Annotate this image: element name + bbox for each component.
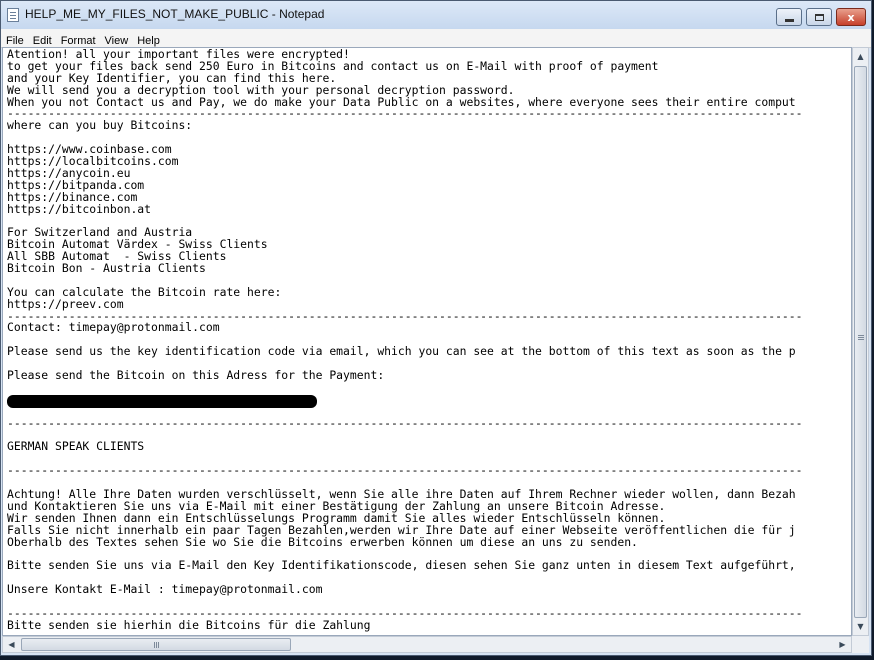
menu-bar: File Edit Format View Help bbox=[1, 29, 871, 48]
text-editor[interactable]: Atention! all your important files were … bbox=[2, 47, 852, 636]
scrollbar-corner bbox=[852, 636, 869, 653]
redaction-mark bbox=[7, 395, 317, 408]
vertical-scrollbar[interactable]: ▲ ▼ bbox=[852, 47, 869, 636]
horizontal-scrollbar[interactable]: ◀ ▶ bbox=[2, 636, 852, 653]
horizontal-scroll-thumb[interactable] bbox=[21, 638, 291, 651]
text-line: ----------------------------------------… bbox=[7, 463, 803, 478]
text-line: Please send us the key identification co… bbox=[7, 344, 796, 359]
close-icon: x bbox=[847, 10, 855, 24]
menu-help[interactable]: Help bbox=[132, 33, 164, 47]
menu-format[interactable]: Format bbox=[56, 33, 100, 47]
scroll-up-icon[interactable]: ▲ bbox=[853, 48, 868, 65]
title-bar[interactable]: HELP_ME_MY_FILES_NOT_MAKE_PUBLIC - Notep… bbox=[1, 1, 871, 29]
vertical-scroll-thumb[interactable] bbox=[854, 66, 867, 618]
window-title: HELP_ME_MY_FILES_NOT_MAKE_PUBLIC - Notep… bbox=[25, 7, 325, 21]
text-line: Bitte senden sie hierhin die Bitcoins fü… bbox=[7, 617, 371, 632]
text-line: You can calculate the Bitcoin rate here: bbox=[7, 284, 282, 299]
scroll-left-icon[interactable]: ◀ bbox=[3, 637, 20, 652]
notepad-window: HELP_ME_MY_FILES_NOT_MAKE_PUBLIC - Notep… bbox=[0, 0, 872, 656]
text-line: Unsere Kontakt E-Mail : timepay@protonma… bbox=[7, 582, 323, 597]
close-button[interactable]: x bbox=[836, 8, 866, 26]
text-line: Bitte senden Sie uns via E-Mail den Key … bbox=[7, 558, 796, 573]
text-line: Bitcoin Bon - Austria Clients bbox=[7, 261, 206, 276]
text-line: where can you buy Bitcoins: bbox=[7, 118, 193, 133]
scroll-down-icon[interactable]: ▼ bbox=[853, 618, 868, 635]
minimize-button[interactable] bbox=[776, 8, 802, 26]
minimize-icon bbox=[784, 18, 794, 22]
scroll-right-icon[interactable]: ▶ bbox=[834, 637, 851, 652]
text-line: Please send the Bitcoin on this Adress f… bbox=[7, 368, 385, 383]
text-line: GERMAN SPEAK CLIENTS bbox=[7, 439, 145, 454]
text-line: https://bitcoinbon.at bbox=[7, 201, 152, 216]
document-text: Atention! all your important files were … bbox=[7, 48, 803, 632]
menu-file[interactable]: File bbox=[1, 33, 28, 47]
menu-edit[interactable]: Edit bbox=[28, 33, 56, 47]
menu-view[interactable]: View bbox=[100, 33, 133, 47]
notepad-icon bbox=[7, 8, 19, 22]
maximize-button[interactable] bbox=[806, 8, 832, 26]
text-line: ----------------------------------------… bbox=[7, 415, 803, 430]
text-line: Contact: timepay@protonmail.com bbox=[7, 320, 220, 335]
text-line: Oberhalb des Textes sehen Sie wo Sie die… bbox=[7, 534, 638, 549]
maximize-icon bbox=[814, 13, 824, 21]
text-line bbox=[7, 382, 803, 394]
